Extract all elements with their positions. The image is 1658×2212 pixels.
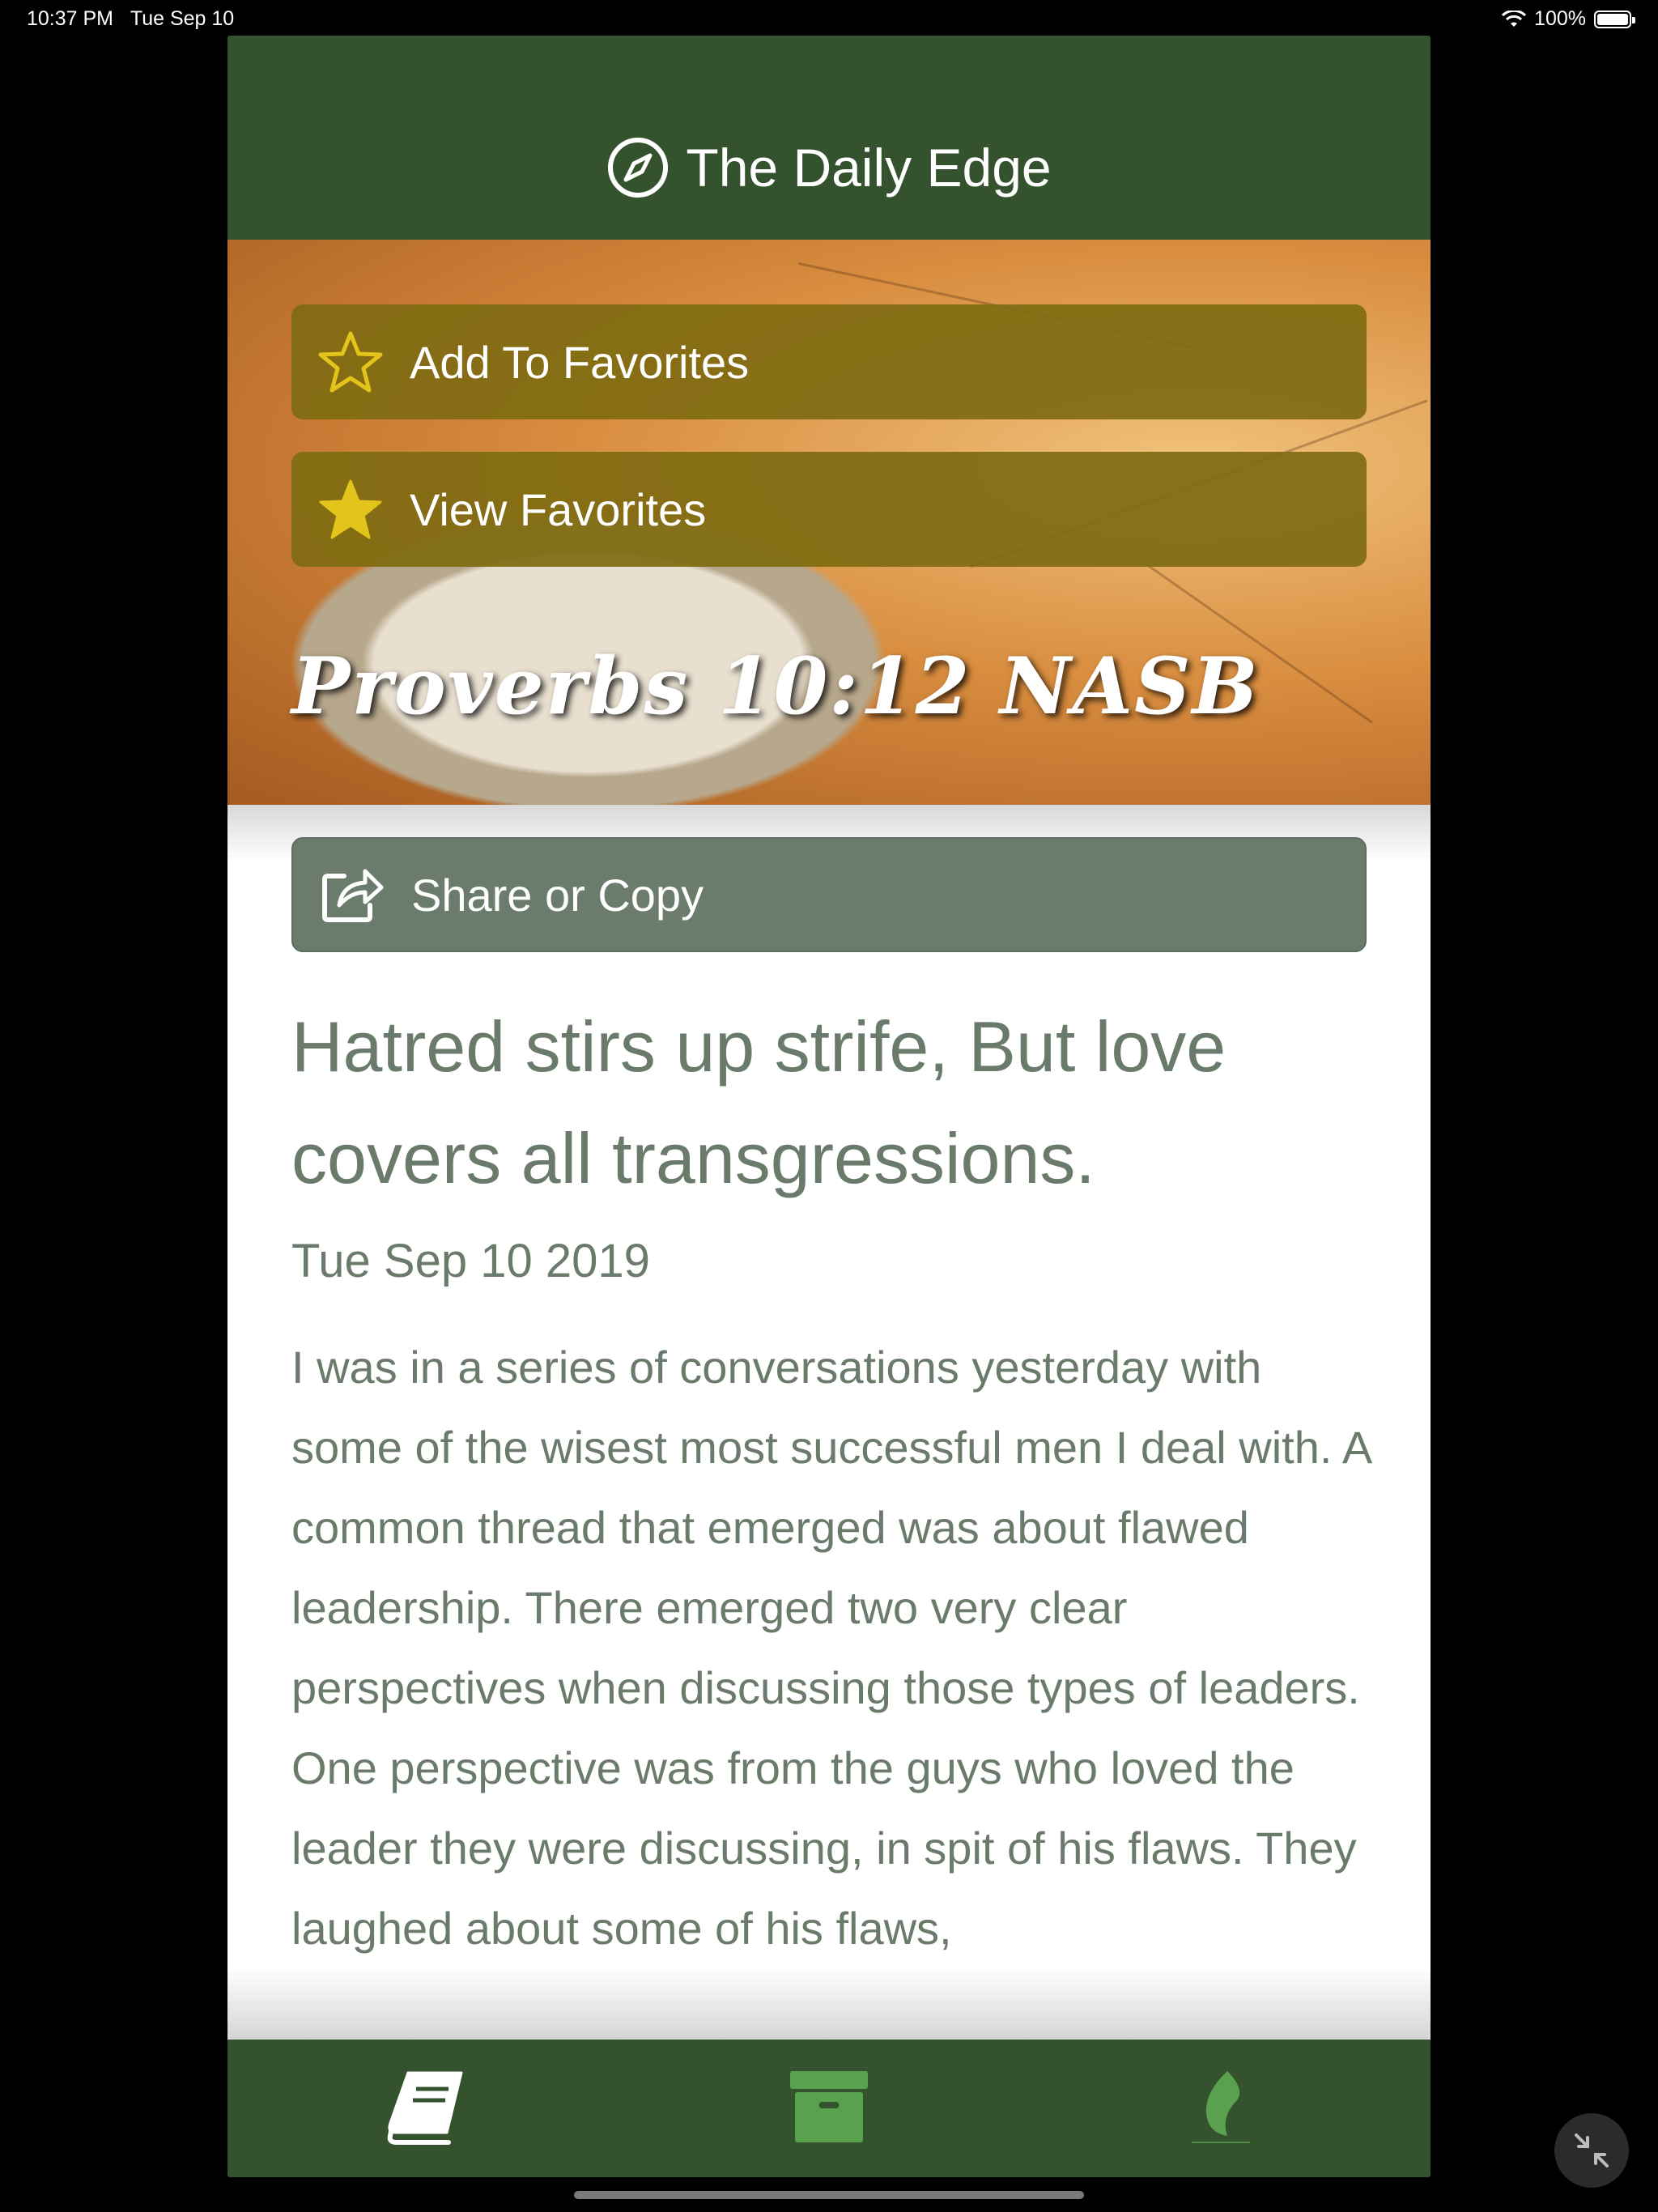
page-title: The Daily Edge xyxy=(686,138,1052,198)
status-time: 10:37 PM Tue Sep 10 xyxy=(27,7,235,30)
status-bar: 10:37 PM Tue Sep 10 100% xyxy=(0,0,1658,39)
share-or-copy-button[interactable]: Share or Copy xyxy=(291,837,1367,952)
share-icon xyxy=(317,860,387,929)
hero-image: Add To Favorites View Favorites Proverbs… xyxy=(227,240,1431,805)
minimize-button[interactable] xyxy=(1554,2113,1629,2188)
scripture-reference: Proverbs 10:12 NASB xyxy=(291,640,1260,732)
devotional-date: Tue Sep 10 2019 xyxy=(291,1235,650,1287)
collapse-arrows-icon xyxy=(1575,2133,1609,2167)
devotional-body: I was in a series of conversations yeste… xyxy=(291,1342,1371,1954)
app-window: The Daily Edge Add To Favorites View Fav… xyxy=(227,36,1431,2177)
star-filled-icon xyxy=(316,474,385,544)
devotional-content[interactable]: Share or Copy Hatred stirs up strife, Bu… xyxy=(227,805,1431,2040)
verse-text: Hatred stirs up strife, But love covers … xyxy=(291,1006,1226,1198)
tab-flame[interactable] xyxy=(1176,2062,1265,2151)
tab-book[interactable] xyxy=(381,2062,470,2151)
flame-icon xyxy=(1192,2071,1250,2143)
star-outline-icon xyxy=(316,327,385,397)
view-favorites-button[interactable]: View Favorites xyxy=(291,452,1367,567)
battery-percent: 100% xyxy=(1534,7,1586,30)
home-indicator[interactable] xyxy=(574,2191,1084,2199)
header-title-group: The Daily Edge xyxy=(606,136,1052,199)
tab-archive[interactable] xyxy=(784,2062,874,2151)
battery-icon xyxy=(1594,10,1635,28)
wifi-icon xyxy=(1502,10,1527,27)
compass-icon xyxy=(608,138,669,198)
tab-bar xyxy=(227,2040,1431,2177)
view-favorites-label: View Favorites xyxy=(410,483,707,535)
book-icon xyxy=(387,2071,463,2145)
status-right: 100% xyxy=(1502,7,1635,31)
battery-fill xyxy=(1597,13,1628,25)
navigation-bar: The Daily Edge xyxy=(227,36,1431,240)
scroll-fade xyxy=(227,1967,1431,2040)
share-or-copy-label: Share or Copy xyxy=(411,869,704,921)
add-to-favorites-button[interactable]: Add To Favorites xyxy=(291,304,1367,419)
archive-icon xyxy=(790,2071,868,2142)
add-to-favorites-label: Add To Favorites xyxy=(410,336,750,388)
